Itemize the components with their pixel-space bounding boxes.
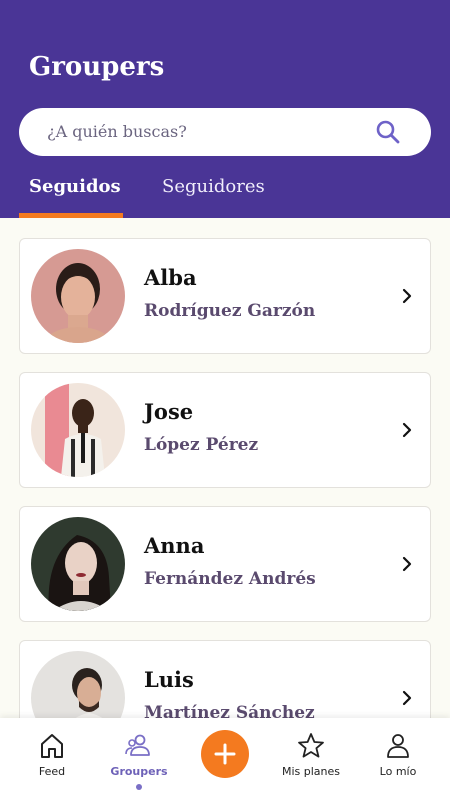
- active-indicator-dot: [136, 784, 142, 790]
- avatar: [31, 383, 125, 477]
- nav-feed[interactable]: Feed: [7, 732, 97, 778]
- first-name: Alba: [144, 265, 197, 290]
- list-item[interactable]: Anna Fernández Andrés: [19, 506, 431, 622]
- list-item[interactable]: Jose López Pérez: [19, 372, 431, 488]
- chevron-right-icon: [402, 288, 412, 304]
- last-name: Fernández Andrés: [144, 569, 316, 589]
- tab-seguidos[interactable]: Seguidos: [29, 176, 121, 197]
- people-icon: [125, 734, 150, 756]
- last-name: Martínez Sánchez: [144, 703, 315, 718]
- bottom-nav: Feed Groupers Mis planes Lo mío: [0, 718, 450, 800]
- header: Groupers ¿A quién buscas? Seguidos Segui…: [0, 0, 450, 218]
- list-item[interactable]: Luis Martínez Sánchez: [19, 640, 431, 718]
- list-item[interactable]: Alba Rodríguez Garzón: [19, 238, 431, 354]
- chevron-right-icon: [402, 690, 412, 706]
- avatar: [31, 651, 125, 718]
- following-list: Alba Rodríguez Garzón Jose López Pérez A…: [0, 218, 450, 718]
- add-plan-button[interactable]: [201, 730, 249, 778]
- last-name: Rodríguez Garzón: [144, 301, 316, 321]
- first-name: Luis: [144, 667, 194, 692]
- chevron-right-icon: [402, 422, 412, 438]
- nav-label: Mis planes: [281, 765, 341, 778]
- user-icon: [387, 734, 409, 758]
- star-icon: [298, 733, 324, 758]
- search-placeholder: ¿A quién buscas?: [47, 122, 187, 141]
- avatar: [31, 517, 125, 611]
- nav-lo-mio[interactable]: Lo mío: [353, 732, 443, 778]
- search-input[interactable]: ¿A quién buscas?: [19, 108, 431, 156]
- page-title: Groupers: [29, 52, 165, 82]
- plus-icon: [214, 743, 236, 765]
- nav-label: Lo mío: [379, 765, 417, 778]
- search-icon[interactable]: [375, 119, 401, 145]
- chevron-right-icon: [402, 556, 412, 572]
- first-name: Jose: [144, 399, 194, 424]
- nav-groupers[interactable]: Groupers: [94, 732, 184, 778]
- tab-seguidores[interactable]: Seguidores: [162, 176, 265, 197]
- first-name: Anna: [144, 533, 205, 558]
- nav-label: Groupers: [110, 765, 168, 778]
- nav-mis-planes[interactable]: Mis planes: [266, 732, 356, 778]
- nav-label: Feed: [38, 765, 66, 778]
- home-icon: [41, 734, 63, 758]
- last-name: López Pérez: [144, 435, 259, 455]
- avatar: [31, 249, 125, 343]
